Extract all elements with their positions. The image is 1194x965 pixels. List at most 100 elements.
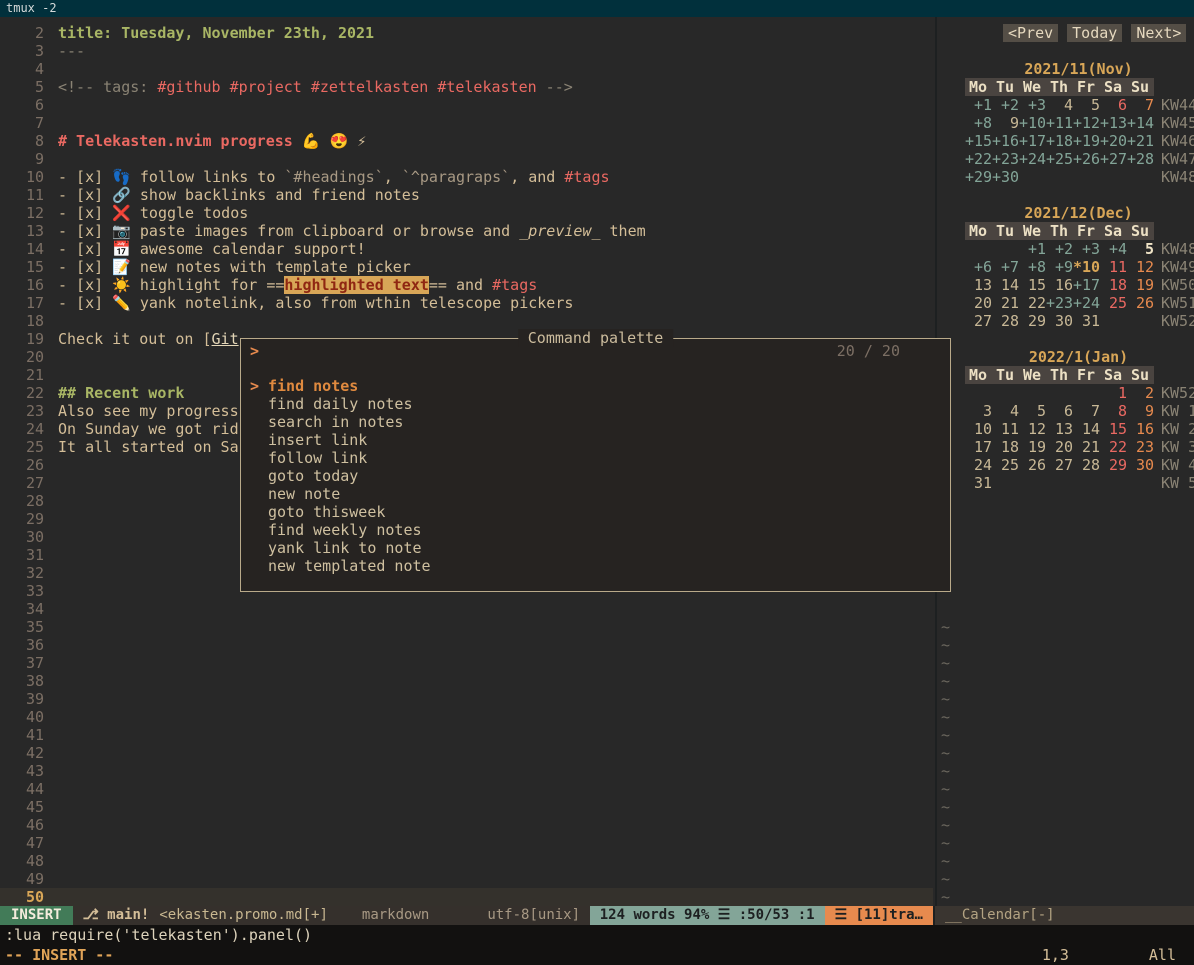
calendar-day[interactable]: +13 bbox=[1100, 114, 1127, 132]
palette-item[interactable]: goto today bbox=[241, 467, 950, 485]
calendar-day[interactable]: 30 bbox=[1046, 312, 1073, 330]
calendar-day[interactable]: 15 bbox=[1019, 276, 1046, 294]
calendar-day[interactable]: 14 bbox=[1073, 420, 1100, 438]
editor-line[interactable]: 15- [x] 📝 new notes with template picker bbox=[0, 258, 933, 276]
calendar-day[interactable]: 1 bbox=[1100, 384, 1127, 402]
calendar-day[interactable]: 7 bbox=[1127, 96, 1154, 114]
calendar-day[interactable]: 29 bbox=[1019, 312, 1046, 330]
editor-line[interactable]: 3--- bbox=[0, 42, 933, 60]
calendar-day[interactable]: 21 bbox=[1073, 438, 1100, 456]
calendar-today-button[interactable]: Today bbox=[1067, 24, 1122, 42]
calendar-day[interactable]: +17 bbox=[1073, 276, 1100, 294]
calendar-day[interactable]: 29 bbox=[1100, 456, 1127, 474]
calendar-day[interactable]: 5 bbox=[1019, 402, 1046, 420]
calendar-day[interactable]: +1 bbox=[965, 96, 992, 114]
calendar-day[interactable]: +2 bbox=[1046, 240, 1073, 258]
calendar-day[interactable]: 7 bbox=[1073, 402, 1100, 420]
calendar-day[interactable]: +28 bbox=[1127, 150, 1154, 168]
calendar-prev-button[interactable]: <Prev bbox=[1003, 24, 1058, 42]
calendar-day[interactable]: 12 bbox=[1019, 420, 1046, 438]
calendar-day[interactable]: +4 bbox=[1100, 240, 1127, 258]
calendar-day[interactable]: 26 bbox=[1127, 294, 1154, 312]
calendar-day[interactable]: 9 bbox=[1127, 402, 1154, 420]
calendar-pane[interactable]: <PrevTodayNext>2021/11(Nov)MoTuWeThFrSaS… bbox=[935, 17, 1194, 906]
editor-line[interactable]: 48 bbox=[0, 852, 933, 870]
editor-line[interactable]: 4 bbox=[0, 60, 933, 78]
editor-line[interactable]: 43 bbox=[0, 762, 933, 780]
palette-item[interactable]: yank link to note bbox=[241, 539, 950, 557]
editor-line[interactable]: 37 bbox=[0, 654, 933, 672]
editor-line[interactable]: 16- [x] ☀️ highlight for ==highlighted t… bbox=[0, 276, 933, 294]
calendar-day[interactable]: 24 bbox=[965, 456, 992, 474]
palette-item[interactable]: find weekly notes bbox=[241, 521, 950, 539]
calendar-day[interactable]: 6 bbox=[1100, 96, 1127, 114]
calendar-day[interactable]: +24 bbox=[1073, 294, 1100, 312]
calendar-day[interactable]: 4 bbox=[992, 402, 1019, 420]
editor-line[interactable]: 45 bbox=[0, 798, 933, 816]
calendar-day[interactable]: +23 bbox=[992, 150, 1019, 168]
calendar-day[interactable]: +12 bbox=[1073, 114, 1100, 132]
calendar-day[interactable]: 12 bbox=[1127, 258, 1154, 276]
calendar-day[interactable]: 28 bbox=[992, 312, 1019, 330]
calendar-day[interactable]: +16 bbox=[992, 132, 1019, 150]
palette-item[interactable]: search in notes bbox=[241, 413, 950, 431]
command-line[interactable]: :lua require('telekasten').panel() bbox=[0, 925, 1194, 945]
editor-line[interactable]: 18 bbox=[0, 312, 933, 330]
calendar-day[interactable]: 21 bbox=[992, 294, 1019, 312]
calendar-day[interactable]: 19 bbox=[1127, 276, 1154, 294]
calendar-day[interactable]: +18 bbox=[1046, 132, 1073, 150]
calendar-day[interactable]: +19 bbox=[1073, 132, 1100, 150]
calendar-day[interactable]: 9 bbox=[992, 114, 1019, 132]
calendar-day[interactable]: +3 bbox=[1073, 240, 1100, 258]
calendar-day[interactable]: 15 bbox=[1100, 420, 1127, 438]
calendar-day[interactable]: 6 bbox=[1046, 402, 1073, 420]
editor-line[interactable]: 44 bbox=[0, 780, 933, 798]
calendar-day[interactable]: 19 bbox=[1019, 438, 1046, 456]
calendar-day[interactable]: 13 bbox=[965, 276, 992, 294]
palette-item[interactable]: >find notes bbox=[241, 377, 950, 395]
editor-line[interactable]: 7 bbox=[0, 114, 933, 132]
calendar-day[interactable]: 30 bbox=[1127, 456, 1154, 474]
editor-line[interactable]: 11- [x] 🔗 show backlinks and friend note… bbox=[0, 186, 933, 204]
editor-line[interactable]: 50 bbox=[0, 888, 933, 906]
palette-item[interactable]: new note bbox=[241, 485, 950, 503]
calendar-day[interactable]: +9 bbox=[1046, 258, 1073, 276]
calendar-day[interactable]: 31 bbox=[1073, 312, 1100, 330]
calendar-day[interactable]: 25 bbox=[992, 456, 1019, 474]
editor-line[interactable]: 41 bbox=[0, 726, 933, 744]
calendar-day[interactable]: 13 bbox=[1046, 420, 1073, 438]
editor-line[interactable]: 46 bbox=[0, 816, 933, 834]
calendar-day[interactable]: +8 bbox=[965, 114, 992, 132]
calendar-day[interactable]: +25 bbox=[1046, 150, 1073, 168]
calendar-day[interactable]: 5 bbox=[1073, 96, 1100, 114]
editor-line[interactable]: 5<!-- tags: #github #project #zettelkast… bbox=[0, 78, 933, 96]
calendar-day[interactable]: +26 bbox=[1073, 150, 1100, 168]
calendar-day[interactable]: 3 bbox=[965, 402, 992, 420]
editor-line[interactable]: 40 bbox=[0, 708, 933, 726]
calendar-day[interactable]: 22 bbox=[1019, 294, 1046, 312]
editor-line[interactable]: 34 bbox=[0, 600, 933, 618]
calendar-day[interactable]: +3 bbox=[1019, 96, 1046, 114]
calendar-day[interactable]: +8 bbox=[1019, 258, 1046, 276]
calendar-day[interactable]: 20 bbox=[1046, 438, 1073, 456]
calendar-day[interactable]: 31 bbox=[965, 474, 992, 492]
editor-line[interactable]: 8# Telekasten.nvim progress 💪 😍 ⚡ bbox=[0, 132, 933, 150]
calendar-day[interactable]: +11 bbox=[1046, 114, 1073, 132]
editor-line[interactable]: 49 bbox=[0, 870, 933, 888]
editor-line[interactable]: 17- [x] ✏️ yank notelink, also from wthi… bbox=[0, 294, 933, 312]
editor-line[interactable]: 6 bbox=[0, 96, 933, 114]
calendar-day[interactable]: 18 bbox=[1100, 276, 1127, 294]
palette-item[interactable]: goto thisweek bbox=[241, 503, 950, 521]
calendar-day[interactable]: +2 bbox=[992, 96, 1019, 114]
calendar-day[interactable]: 27 bbox=[1046, 456, 1073, 474]
calendar-day[interactable]: 16 bbox=[1127, 420, 1154, 438]
palette-item[interactable]: find daily notes bbox=[241, 395, 950, 413]
calendar-day[interactable]: 8 bbox=[1100, 402, 1127, 420]
editor-line[interactable]: 10- [x] 👣 follow links to `#headings`, `… bbox=[0, 168, 933, 186]
calendar-day[interactable]: 26 bbox=[1019, 456, 1046, 474]
palette-item[interactable]: insert link bbox=[241, 431, 950, 449]
editor-line[interactable]: 36 bbox=[0, 636, 933, 654]
calendar-day[interactable]: +7 bbox=[992, 258, 1019, 276]
calendar-day[interactable]: 25 bbox=[1100, 294, 1127, 312]
calendar-day[interactable]: 2 bbox=[1127, 384, 1154, 402]
